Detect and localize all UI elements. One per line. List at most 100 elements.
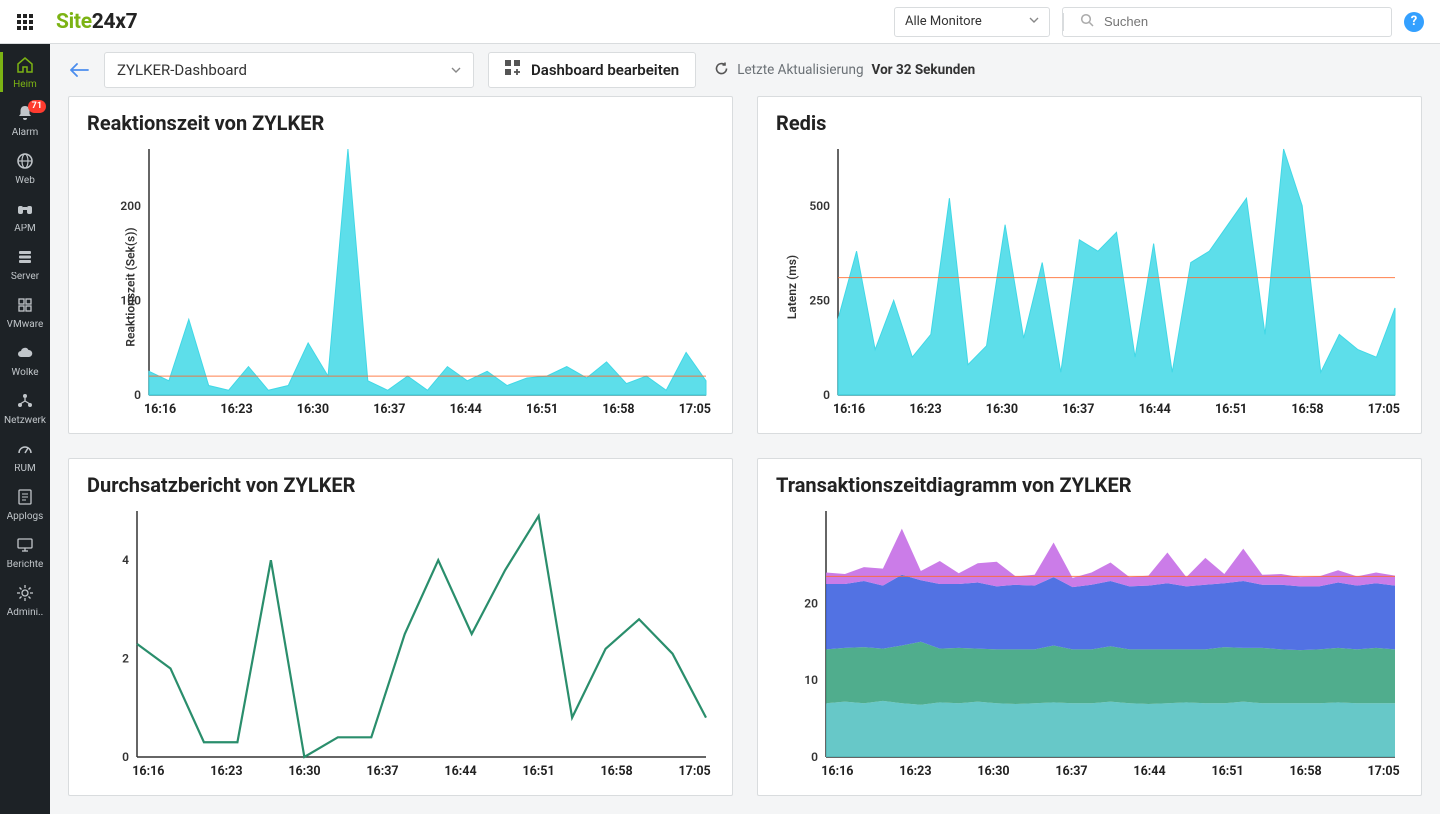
y-axis-label: Latenz (ms) [785,255,799,319]
chart-title: Transaktionszeitdiagramm von ZYLKER [758,459,1421,503]
edit-dashboard-label: Dashboard bearbeiten [531,61,679,79]
sidebar-item-label: Alarm [12,128,39,138]
chart-grid: Reaktionszeit von ZYLKERReaktionszeit (S… [50,96,1440,814]
help-icon[interactable]: ? [1404,12,1424,32]
svg-text:16:30: 16:30 [297,402,329,417]
chevron-down-icon [451,61,461,79]
svg-text:16:51: 16:51 [526,402,558,417]
globe-icon [15,151,35,174]
chevron-down-icon [1029,14,1039,29]
sidebar-item-berichte[interactable]: Berichte [0,528,50,576]
logo-site: Site [56,10,92,34]
svg-text:16:37: 16:37 [1055,764,1087,779]
svg-text:16:23: 16:23 [899,764,931,779]
sidebar-item-apm[interactable]: APM [0,192,50,240]
sidebar-item-web[interactable]: Web [0,144,50,192]
svg-text:17:05: 17:05 [1368,402,1400,417]
svg-text:16:44: 16:44 [1133,764,1165,779]
chart-title: Durchsatzbericht von ZYLKER [69,459,732,503]
svg-text:16:16: 16:16 [144,402,176,417]
svg-text:16:30: 16:30 [288,764,320,779]
chart-plot[interactable]: 0102016:1616:2316:3016:3716:4416:5116:58… [758,503,1421,795]
svg-text:16:37: 16:37 [373,402,405,417]
widget-add-icon [505,60,521,80]
svg-text:16:58: 16:58 [602,402,634,417]
y-axis-label: Reaktionszeit (Sek(s)) [124,227,138,346]
sidebar-item-label: Wolke [11,368,38,378]
toolbar: ZYLKER-Dashboard Dashboard bearbeiten Le… [50,44,1440,96]
svg-text:16:58: 16:58 [600,764,632,779]
logo: Site24x7 [56,10,137,34]
home-icon [15,55,35,78]
svg-text:0: 0 [134,388,141,402]
notes-icon [15,487,35,510]
search-icon [1080,12,1094,31]
network-icon [15,391,35,414]
svg-text:20: 20 [804,596,818,610]
chart-card-transaktion: Transaktionszeitdiagramm von ZYLKER 0 10 20… [757,458,1422,796]
logo-247: 24x7 [92,10,138,34]
apps-grid-icon[interactable] [0,0,50,44]
sidebar-item-admini[interactable]: Admini.. [0,576,50,624]
chart-plot[interactable]: Latenz (ms)025050016:1616:2316:3016:3716… [758,141,1421,433]
svg-text:0: 0 [122,750,129,764]
chart-card-durchsatz: Durchsatzbericht von ZYLKER02416:1616:23… [68,458,733,796]
chart-plot[interactable]: Reaktionszeit (Sek(s))010020016:1616:231… [69,141,732,433]
svg-text:17:05: 17:05 [679,402,711,417]
monitor-select[interactable]: Alle Monitore [894,7,1050,37]
svg-text:16:16: 16:16 [132,764,164,779]
svg-text:17:05: 17:05 [1368,764,1400,779]
svg-text:2: 2 [122,652,129,666]
topbar: Site24x7 Alle Monitore ? [0,0,1440,44]
chart-plot[interactable]: 02416:1616:2316:3016:3716:4416:5116:5817… [69,503,732,795]
alarm-badge: 71 [28,100,46,113]
svg-text:16:30: 16:30 [986,402,1018,417]
gauge-icon [15,439,35,462]
back-button[interactable] [68,59,90,81]
gear-icon [15,583,35,606]
sidebar-item-rum[interactable]: RUM [0,432,50,480]
divider [1063,13,1064,31]
svg-text:16:30: 16:30 [977,764,1009,779]
sidebar-item-label: RUM [14,464,35,474]
dashboard-select[interactable]: ZYLKER-Dashboard [104,52,474,88]
binoculars-icon [15,199,35,222]
svg-text:500: 500 [809,199,830,213]
refresh-time: Vor 32 Sekunden [872,62,976,78]
sidebar-item-alarm[interactable]: Alarm 71 [0,96,50,144]
svg-text:16:37: 16:37 [1062,402,1094,417]
svg-text:16:16: 16:16 [833,402,865,417]
sidebar-item-label: APM [14,224,36,234]
edit-dashboard-button[interactable]: Dashboard bearbeiten [488,52,696,88]
svg-text:16:23: 16:23 [210,764,242,779]
sidebar-item-label: Berichte [7,560,44,570]
refresh-status: Letzte Aktualisierung Vor 32 Sekunden [714,61,975,80]
sidebar-item-wolke[interactable]: Wolke [0,336,50,384]
svg-text:16:44: 16:44 [444,764,476,779]
boxes-icon [15,295,35,318]
sidebar-item-vmware[interactable]: VMware [0,288,50,336]
svg-text:10: 10 [804,673,818,687]
svg-text:16:51: 16:51 [522,764,554,779]
sidebar: Heim Alarm 71 Web APM Server VMware Wolke Netzwe… [0,44,50,814]
svg-text:17:05: 17:05 [679,764,711,779]
sidebar-item-netzwerk[interactable]: Netzwerk [0,384,50,432]
sidebar-item-label: Admini.. [7,608,44,618]
dashboard-select-label: ZYLKER-Dashboard [117,61,247,79]
sidebar-item-label: Server [11,272,39,282]
main: ZYLKER-Dashboard Dashboard bearbeiten Le… [50,44,1440,814]
search-input[interactable] [1102,13,1391,30]
refresh-prefix: Letzte Aktualisierung [737,62,863,78]
svg-text:0: 0 [811,750,818,764]
refresh-icon[interactable] [714,61,729,80]
svg-text:0: 0 [823,388,830,402]
sidebar-item-label: Netzwerk [4,416,46,426]
svg-text:250: 250 [809,293,830,307]
svg-text:16:23: 16:23 [220,402,252,417]
svg-text:16:23: 16:23 [909,402,941,417]
stack-icon [15,247,35,270]
sidebar-item-server[interactable]: Server [0,240,50,288]
search-wrap[interactable] [1062,7,1392,37]
sidebar-item-applogs[interactable]: Applogs [0,480,50,528]
sidebar-item-heim[interactable]: Heim [0,48,50,96]
